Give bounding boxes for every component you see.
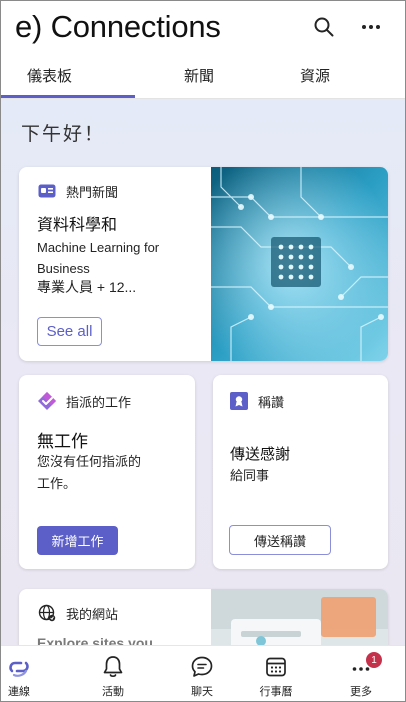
circuit-board-image[interactable] (211, 167, 388, 361)
calendar-icon (266, 657, 286, 677)
active-tab-indicator (1, 95, 135, 98)
tab-news[interactable]: 新聞 (184, 65, 214, 86)
search-button[interactable] (310, 13, 338, 41)
my-sites-heading: 我的網站 (37, 603, 118, 623)
praise-card[interactable]: 稱讚 傳送感謝 給同事 傳送稱讚 (213, 375, 388, 569)
news-body: Machine Learning for Business (37, 240, 160, 276)
praise-title: 傳送感謝 (230, 446, 291, 463)
praise-heading: 稱讚 (229, 391, 284, 411)
globe-icon (37, 603, 57, 623)
more-options-button[interactable] (357, 13, 385, 41)
nav-connections[interactable]: 連線 (1, 646, 49, 701)
tab-dashboard[interactable]: 儀表板 (27, 65, 72, 86)
app-frame: e) Connections 儀表板 新聞 資源 下午好！ 熱門新聞 資料科學和… (0, 0, 406, 702)
my-sites-card[interactable]: 我的網站 Explore sites you (19, 589, 388, 645)
nav-more[interactable]: 1 更多 (331, 646, 391, 701)
connections-icon (9, 661, 29, 677)
nav-connections-label: 連線 (8, 686, 30, 698)
planner-icon (37, 391, 57, 411)
news-title[interactable]: 資料科學和 (37, 211, 117, 235)
assigned-tasks-label: 指派的工作 (66, 394, 132, 410)
more-horizontal-icon (362, 25, 380, 29)
see-all-button[interactable]: See all (37, 317, 102, 346)
my-sites-label: 我的網站 (66, 606, 119, 622)
send-praise-button[interactable]: 傳送稱讚 (229, 525, 331, 555)
top-news-heading: 熱門新聞 (37, 181, 118, 201)
nav-chat[interactable]: 聊天 (172, 646, 232, 701)
sites-preview-image[interactable] (211, 589, 388, 645)
app-header: e) Connections (1, 1, 405, 57)
nav-calendar-label: 行事曆 (259, 686, 293, 698)
tab-bar: 儀表板 新聞 資源 (1, 57, 405, 99)
nav-calendar[interactable]: 行事曆 (246, 646, 306, 701)
app-title: e) Connections (15, 9, 221, 44)
assigned-tasks-card[interactable]: 指派的工作 無工作 您沒有任何指派的工作。 新增工作 (19, 375, 195, 569)
news-subtitle: 專業人員 + 12... (37, 279, 137, 295)
dashboard-content[interactable]: 下午好！ 熱門新聞 資料科學和 Machine Learning for Bus… (1, 99, 405, 645)
sites-text: Explore sites you (37, 635, 153, 645)
tab-resources[interactable]: 資源 (300, 65, 330, 86)
tasks-body: 您沒有任何指派的工作。 (37, 454, 142, 491)
bottom-nav: 連線 活動 聊天 行事曆 1 更多 (1, 645, 405, 701)
nav-more-label: 更多 (350, 686, 372, 698)
praise-badge-icon (229, 391, 249, 411)
news-icon (37, 181, 57, 201)
assigned-tasks-heading: 指派的工作 (37, 391, 131, 411)
nav-chat-label: 聊天 (191, 686, 213, 698)
add-task-button[interactable]: 新增工作 (37, 526, 118, 555)
chat-icon (191, 656, 213, 677)
tasks-title: 無工作 (37, 432, 88, 451)
bell-icon (103, 656, 123, 678)
top-news-card[interactable]: 熱門新聞 資料科學和 Machine Learning for Business… (19, 167, 388, 361)
greeting: 下午好！ (21, 124, 106, 145)
praise-label: 稱讚 (258, 394, 285, 410)
praise-subtitle: 給同事 (230, 468, 270, 483)
notification-badge: 1 (366, 652, 382, 668)
nav-activity[interactable]: 活動 (83, 646, 143, 701)
search-icon (314, 17, 334, 37)
nav-activity-label: 活動 (102, 686, 124, 698)
top-news-label: 熱門新聞 (66, 184, 119, 200)
